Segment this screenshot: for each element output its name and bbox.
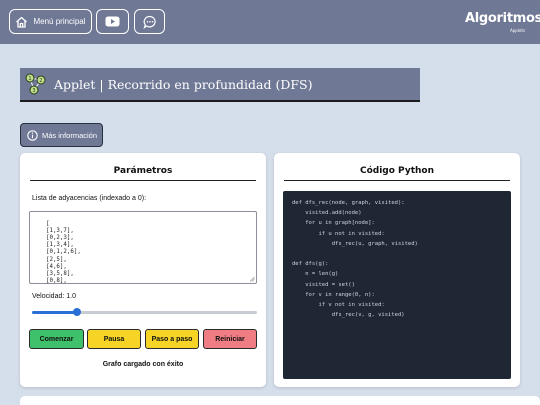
svg-text:3: 3: [32, 88, 35, 94]
info-icon: [27, 129, 38, 141]
home-icon: [16, 16, 28, 28]
status-message: Grafo cargado con éxito: [102, 361, 184, 368]
code-block: def dfs_rec(node, graph, visited): visit…: [283, 191, 511, 379]
code-heading: Código Python: [284, 166, 510, 181]
svg-text:1: 1: [28, 76, 31, 82]
more-info-label: Más información: [42, 130, 98, 140]
start-button[interactable]: Comenzar: [29, 329, 84, 349]
speed-label: Velocidad: 1.0: [32, 293, 76, 300]
svg-text:2: 2: [39, 78, 42, 84]
resize-grip-icon[interactable]: [249, 276, 255, 282]
adjacency-label: Lista de adyacencias (indexado a 0):: [32, 195, 147, 202]
page-title-bar: 1 2 3 Applet | Recorrido en profundidad …: [20, 68, 420, 102]
graph-icon: 1 2 3: [25, 73, 46, 95]
youtube-button[interactable]: [96, 9, 129, 34]
chat-button[interactable]: [134, 9, 165, 34]
speed-slider[interactable]: [32, 308, 257, 316]
home-button[interactable]: Menú principal: [9, 9, 92, 34]
reset-button[interactable]: Reiniciar: [203, 329, 257, 349]
adjacency-text: [ [1,3,7], [0,2,3], [1,3,4], [0,1,2,6], …: [45, 221, 81, 284]
parameters-heading: Parámetros: [30, 166, 256, 181]
top-bar: Menú principal Algoritmos Applets: [0, 0, 540, 44]
adjacency-textarea[interactable]: [ [1,3,7], [0,2,3], [1,3,4], [0,1,2,6], …: [29, 211, 257, 284]
pause-button[interactable]: Pausa: [87, 329, 141, 349]
slider-fill: [32, 311, 77, 314]
logo-subtext: Applets: [510, 28, 526, 33]
algoritmos-logo[interactable]: Algoritmos Applets: [465, 9, 540, 35]
python-code-panel: Código Python def dfs_rec(node, graph, v…: [274, 153, 520, 387]
logo-text: Algoritmos: [465, 11, 540, 26]
slider-thumb[interactable]: [73, 308, 81, 316]
home-button-label: Menú principal: [33, 17, 86, 26]
step-button[interactable]: Paso a paso: [145, 329, 199, 349]
visualization-panel: [20, 396, 540, 405]
parameters-panel: Parámetros Lista de adyacencias (indexad…: [20, 153, 266, 387]
more-info-button[interactable]: Más información: [20, 123, 103, 147]
chat-icon: [142, 15, 156, 29]
youtube-icon: [105, 16, 120, 27]
page-title: Applet | Recorrido en profundidad (DFS): [54, 76, 313, 92]
